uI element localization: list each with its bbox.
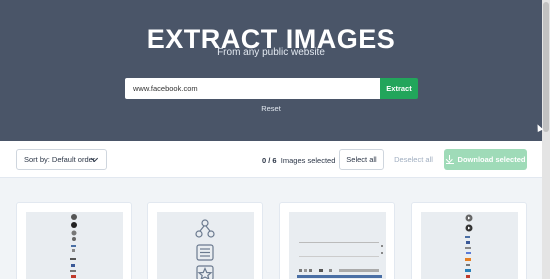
- hero-banner: EXTRACT IMAGES From any public website E…: [0, 0, 542, 141]
- toolbar-sprite-thumbnail-icon: [297, 242, 383, 278]
- selected-count-value: 0 / 6: [262, 156, 277, 165]
- url-input[interactable]: [125, 78, 380, 99]
- selection-count: 0 / 6 Images selected: [262, 156, 335, 165]
- results-toolbar: Sort by: Default order 0 / 6 Images sele…: [0, 141, 542, 178]
- image-card[interactable]: [411, 202, 527, 279]
- extract-button[interactable]: Extract: [380, 78, 418, 99]
- download-label: Download selected: [457, 155, 526, 164]
- download-selected-button[interactable]: Download selected: [444, 149, 527, 170]
- sprite-sheet-thumbnail-icon: [70, 214, 77, 278]
- image-card[interactable]: [16, 202, 132, 279]
- image-thumbnail: [157, 212, 254, 279]
- select-all-button[interactable]: Select all: [339, 149, 384, 170]
- image-card[interactable]: [147, 202, 263, 279]
- image-thumbnail: [26, 212, 123, 279]
- image-thumbnail: [289, 212, 386, 279]
- scrollbar-thumb[interactable]: [543, 2, 549, 132]
- image-card[interactable]: [279, 202, 395, 279]
- share-list-star-icons-thumbnail-icon: [195, 219, 215, 279]
- selected-count-label: Images selected: [280, 156, 336, 165]
- image-thumbnail: [421, 212, 518, 279]
- page-subtitle: From any public website: [217, 47, 325, 58]
- reset-link[interactable]: Reset: [0, 104, 542, 113]
- sort-label: Sort by: Default order: [24, 155, 96, 164]
- download-icon: [445, 155, 454, 164]
- play-icons-sprite-thumbnail-icon: [465, 214, 473, 278]
- sort-dropdown[interactable]: Sort by: Default order: [16, 149, 107, 170]
- deselect-all-button[interactable]: Deselect all: [388, 149, 439, 170]
